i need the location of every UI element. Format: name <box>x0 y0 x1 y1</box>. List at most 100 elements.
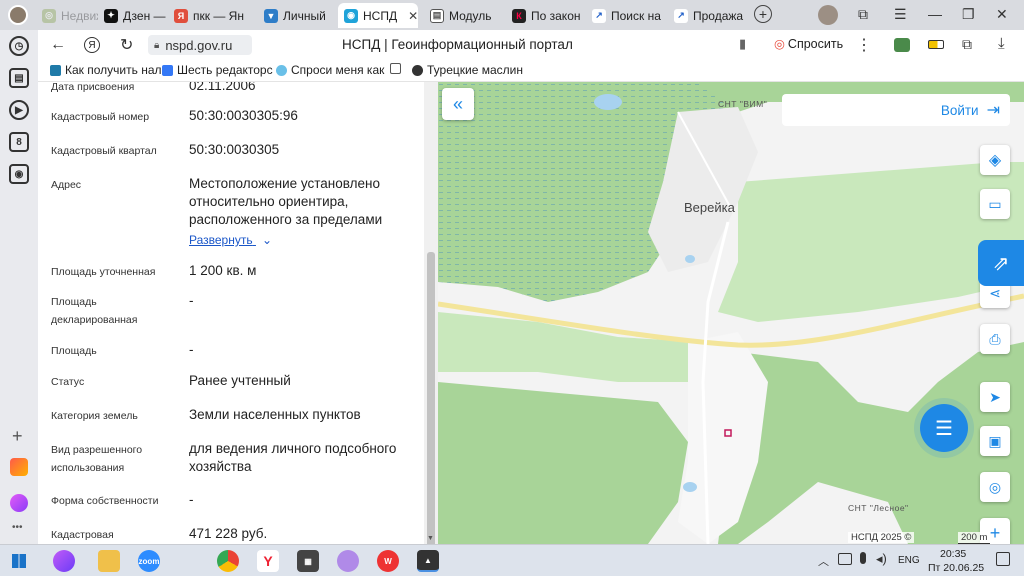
keyboard-language[interactable]: ENG <box>898 555 920 566</box>
tab-nspd[interactable]: ◉ НСПД ✕ <box>338 3 418 28</box>
yandex-logo-icon[interactable]: Я <box>84 37 100 53</box>
field-label: Площадь декларированная <box>51 296 138 326</box>
more-dots-icon[interactable]: ••• <box>12 522 23 533</box>
minimize-button[interactable]: — <box>928 6 942 22</box>
map-attribution: НСПД 2025 © <box>848 532 915 543</box>
tab-po-zakonu[interactable]: К По закон <box>506 3 584 28</box>
ruler-button[interactable]: ▭ <box>980 189 1010 219</box>
microphone-icon[interactable] <box>860 552 866 564</box>
avito-icon: ↗ <box>592 8 606 23</box>
bookmark-item[interactable]: Как получить нал <box>50 63 162 77</box>
tab-prodazha[interactable]: ↗ Продажа <box>668 3 748 28</box>
field-value: - <box>189 492 194 507</box>
alice-icon[interactable] <box>10 494 28 512</box>
field-value: Земли населенных пунктов <box>189 407 361 422</box>
scrollbar-thumb[interactable] <box>427 252 435 562</box>
collapse-panel-button[interactable]: « <box>442 88 474 120</box>
map-canvas <box>438 82 1024 544</box>
bookmark-item[interactable]: Спроси меня как <box>276 63 384 77</box>
download-icon[interactable]: ⤓ <box>998 35 1005 52</box>
add-sidebar-panel-icon[interactable]: + <box>12 426 23 447</box>
cadastral-number-value[interactable]: 50:30:0030305:96 <box>189 107 419 125</box>
collections-icon[interactable]: ▤ <box>9 68 29 88</box>
field-value: 1 200 кв. м <box>189 263 257 278</box>
account-avatar[interactable] <box>818 5 838 25</box>
network-icon[interactable] <box>838 553 852 565</box>
attribution-text: НСПД 2025 © <box>851 532 912 543</box>
tab-poisk[interactable]: ↗ Поиск на <box>586 3 666 28</box>
reload-icon[interactable]: ↻ <box>120 35 133 55</box>
back-arrow-icon[interactable]: ← <box>50 36 66 54</box>
scroll-down-arrow-icon[interactable]: ▼ <box>427 535 434 542</box>
expand-address-link[interactable]: Развернуть ⌄ <box>189 233 272 247</box>
video-icon[interactable]: ▶ <box>9 100 29 120</box>
login-button[interactable]: Войти ⇥ <box>782 94 1010 126</box>
side-widget-button[interactable]: ⇗ <box>978 240 1024 286</box>
maximize-button[interactable]: ❐ <box>962 6 975 23</box>
volume-icon[interactable]: ◂) <box>876 551 887 567</box>
close-window-button[interactable]: ✕ <box>996 6 1008 23</box>
forest-area <box>438 382 688 544</box>
screenshot-icon[interactable]: ◉ <box>9 164 29 184</box>
close-tab-icon[interactable]: ✕ <box>408 9 418 23</box>
extension-icon[interactable] <box>894 38 910 52</box>
locate-button[interactable]: ➤ <box>980 382 1010 412</box>
clock-time[interactable]: 20:35 <box>940 548 966 560</box>
battery-icon[interactable] <box>928 40 944 49</box>
zoom-icon[interactable]: zoom <box>138 550 160 572</box>
field-label: Статус <box>51 376 85 388</box>
menu-dots-icon[interactable]: ⋮ <box>856 35 872 55</box>
nspd-icon: ◉ <box>344 8 358 23</box>
photos-icon[interactable]: ▲ <box>417 550 439 572</box>
pond <box>685 255 695 263</box>
object-info-panel: Дата присвоения 02.11.2006 Кадастровый н… <box>38 82 424 544</box>
ask-button[interactable]: ◎ Спросить <box>774 36 843 52</box>
calculator-icon[interactable]: ▦ <box>297 550 319 572</box>
counter-icon[interactable]: 8 <box>9 132 29 152</box>
minimap-button[interactable]: ▣ <box>980 426 1010 456</box>
alice-taskbar-icon[interactable] <box>53 550 75 572</box>
print-button[interactable]: ⎙ <box>980 324 1010 354</box>
tab-pkk[interactable]: Я пкк — Ян <box>168 3 254 28</box>
wps-office-icon[interactable]: W <box>377 550 399 572</box>
chrome-icon[interactable] <box>217 550 239 572</box>
pond <box>594 94 622 110</box>
tab-lichny[interactable]: ▼ Личный <box>258 3 338 28</box>
bookmarks-panel-icon[interactable]: ☰ <box>894 6 907 23</box>
field-label: Площадь уточненная <box>51 266 156 278</box>
notifications-icon[interactable] <box>996 552 1010 566</box>
tab-manager-icon[interactable]: ⧉ <box>858 6 868 23</box>
bookmark-favicon-icon <box>162 64 173 76</box>
layers-button[interactable]: ◈ <box>980 145 1010 175</box>
windows-start-icon[interactable] <box>12 554 26 568</box>
tray-chevron-icon[interactable]: ︿ <box>818 553 829 569</box>
bookmarks-bar: Как получить нал Шесть редакторс Спроси … <box>38 60 1024 82</box>
bookmark-item[interactable] <box>390 63 401 74</box>
profile-avatar[interactable] <box>8 5 28 25</box>
history-icon[interactable]: ◷ <box>9 36 29 56</box>
bookmark-item[interactable]: Шесть редакторс <box>162 63 273 77</box>
tab-modul[interactable]: ▤ Модуль <box>424 3 502 28</box>
bookmark-icon[interactable]: ▮ <box>739 36 746 52</box>
app-icon[interactable] <box>337 550 359 572</box>
field-label: Площадь <box>51 345 97 357</box>
search-location-button[interactable]: ◎ <box>980 472 1010 502</box>
file-explorer-icon[interactable] <box>98 550 120 572</box>
yandex-app-icon[interactable] <box>10 458 28 476</box>
field-label: Категория земель <box>51 410 138 422</box>
cadastral-quarter-value[interactable]: 50:30:0030305 <box>189 141 419 159</box>
chat-button[interactable]: ☰ <box>920 404 968 452</box>
address-bar: ← Я ↻ 🔒︎ nspd.gov.ru НСПД | Геоинформаци… <box>38 30 1024 60</box>
panel-scrollbar[interactable]: ▼ <box>424 82 438 562</box>
yandex-browser-icon[interactable]: Y <box>257 550 279 572</box>
field-value: - <box>189 342 194 357</box>
page-title: НСПД | Геоинформационный портал <box>342 37 573 52</box>
field-label: Кадастровый номер <box>51 111 150 123</box>
url-field[interactable]: 🔒︎ nspd.gov.ru <box>148 35 252 55</box>
tab-dzen[interactable]: ✦ Дзен — <box>98 3 168 28</box>
map-view[interactable]: « Войти ⇥ СНТ "ВИМ" Верейка СНТ "Лесное"… <box>438 82 1024 544</box>
screenshot-tool-icon[interactable]: ⧉ <box>962 36 972 53</box>
bookmark-item[interactable]: Турецкие маслин <box>412 63 523 77</box>
new-tab-button[interactable]: + <box>754 5 772 23</box>
clock-date[interactable]: Пт 20.06.25 <box>928 562 984 574</box>
